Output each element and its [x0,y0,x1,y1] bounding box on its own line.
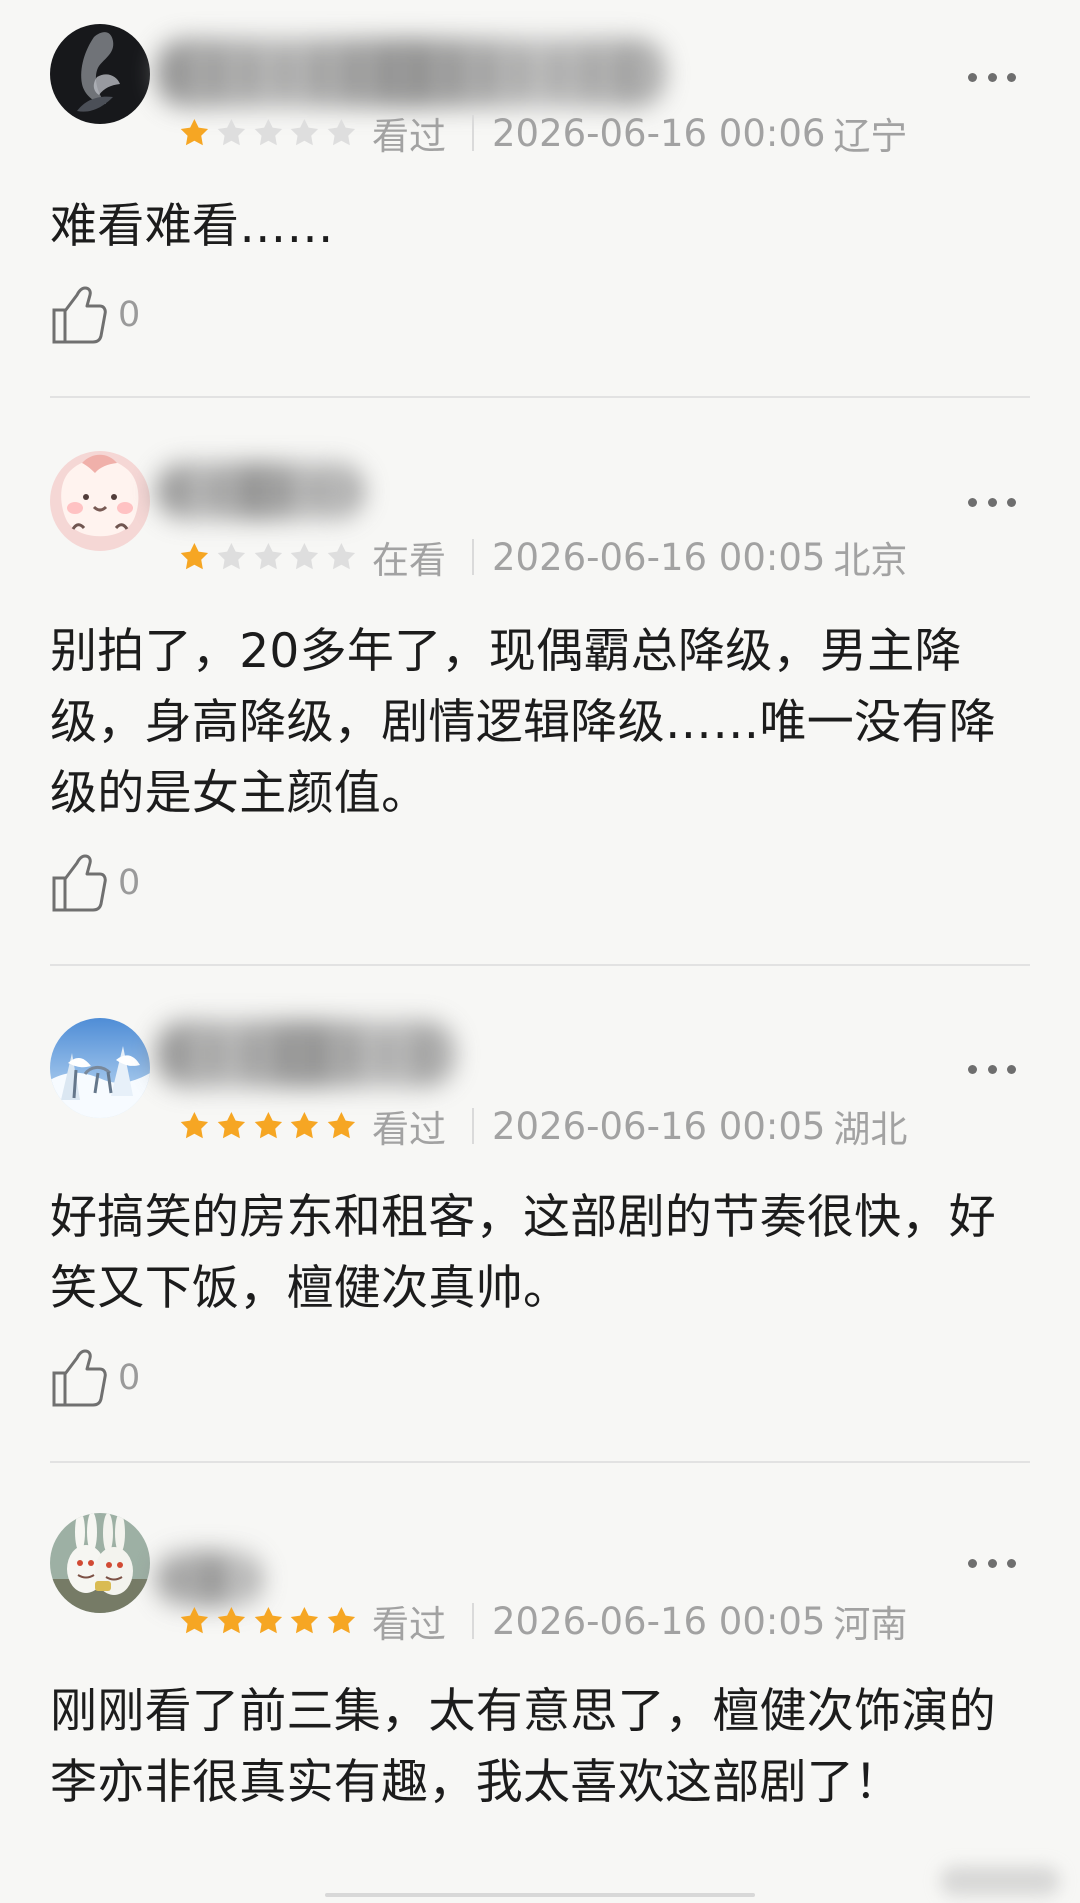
review-text: 刚刚看了前三集，太有意思了，檀健次饰演的李亦非很真实有趣，我太喜欢这部剧了！ [50,1684,996,1810]
review-card: 看过 2026-06-16 00:05 河南 刚刚看了前三集，太有意思了，檀健次… [0,0,1080,1903]
username-blurred [155,1551,263,1607]
review-date: 2026-06-16 00:05 [492,1599,826,1643]
meta-separator [472,1603,474,1639]
filled-star-icon [291,1607,319,1634]
filled-star-icon [254,1607,282,1634]
filled-star-icon [217,1607,245,1634]
review-meta: 看过 2026-06-16 00:05 河南 [178,1599,907,1646]
more-options-icon[interactable] [968,1557,1016,1569]
avatar-rabbits-icon[interactable] [50,1513,150,1613]
home-indicator [325,1893,755,1897]
review-region: 河南 [833,1603,908,1646]
rating-stars [178,1604,358,1638]
watch-status: 看过 [372,1603,446,1646]
watermark-blurred [940,1866,1060,1896]
filled-star-icon [327,1607,356,1634]
filled-star-icon [180,1607,209,1634]
